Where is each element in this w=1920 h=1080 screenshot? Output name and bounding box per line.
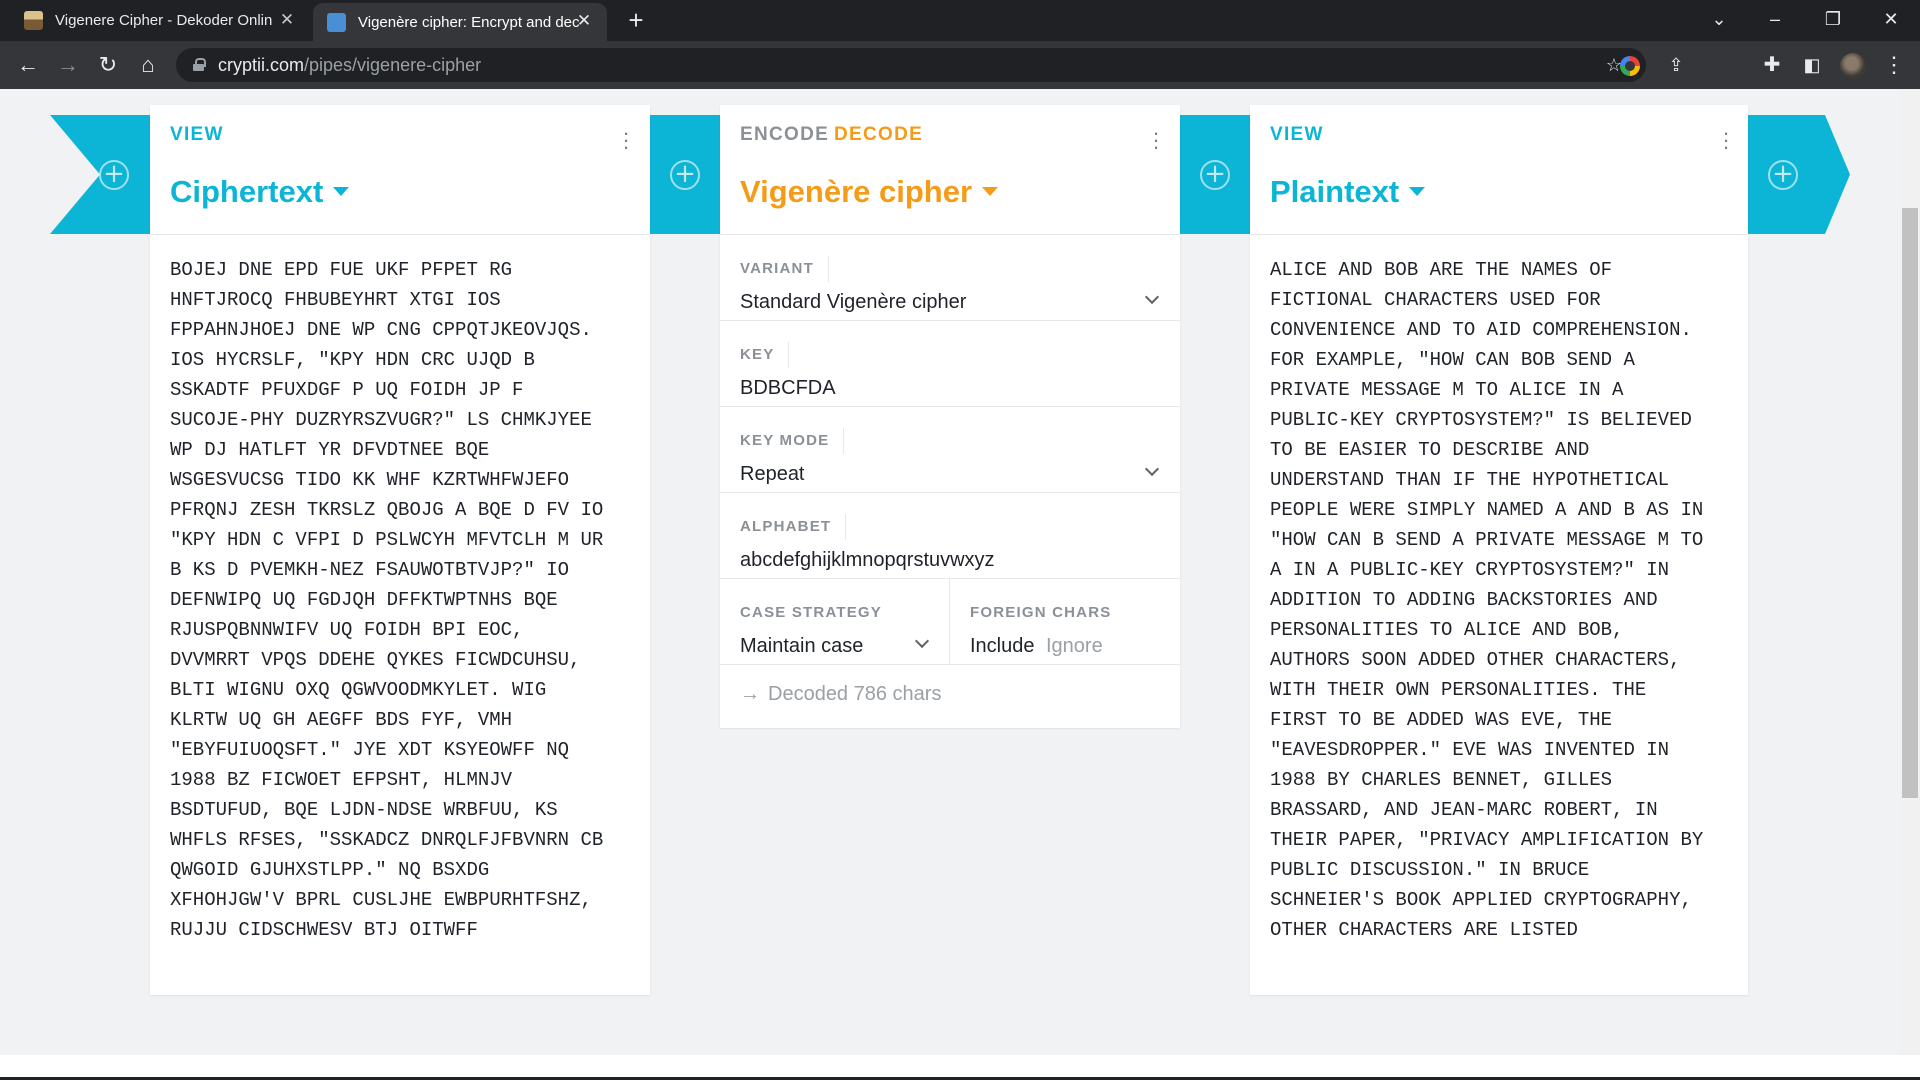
key-mode-field[interactable]: KEY MODE Repeat	[720, 407, 1180, 493]
home-icon[interactable]: ⌂	[134, 51, 162, 79]
tab-search-chevron-icon[interactable]: ⌄	[1696, 0, 1742, 41]
plaintext-textarea[interactable]: ALICE AND BOB ARE THE NAMES OF FICTIONAL…	[1270, 255, 1703, 945]
alphabet-input[interactable]: abcdefghijklmnopqrstuvwxyz	[740, 549, 995, 572]
dropdown-caret-icon	[333, 187, 350, 196]
cryptii-favicon-icon	[327, 12, 346, 32]
new-tab-icon[interactable]: +	[622, 7, 650, 35]
menu-kebab-icon[interactable]: ⋮	[1880, 51, 1908, 79]
restore-icon[interactable]: ❐	[1810, 0, 1856, 41]
plaintext-title-dropdown[interactable]: Plaintext	[1270, 174, 1426, 210]
alphabet-field[interactable]: ALPHABET abcdefghijklmnopqrstuvwxyz	[720, 493, 1180, 579]
field-label: KEY MODE	[740, 428, 845, 454]
field-label: CASE STRATEGY	[740, 604, 883, 621]
browser-tab-1[interactable]: Vigenere Cipher - Dekoder Onlin ✕	[0, 0, 310, 41]
url-text: cryptii.com/pipes/vigenere-cipher	[218, 55, 482, 75]
variant-field[interactable]: VARIANT Standard Vigenère cipher	[720, 235, 1180, 321]
key-mode-select[interactable]: Repeat	[740, 463, 805, 486]
card-menu-kebab-icon[interactable]: ...	[1716, 117, 1736, 153]
add-brick-icon[interactable]: +	[1768, 160, 1798, 190]
address-bar[interactable]: cryptii.com/pipes/vigenere-cipher ⇪ ☆	[176, 48, 1684, 82]
tab-title: Vigenère cipher: Encrypt and dec	[358, 13, 579, 31]
cipher-title-dropdown[interactable]: Vigenère cipher	[740, 174, 999, 210]
foreign-include-option[interactable]: Include	[970, 635, 1035, 658]
chevron-down-icon[interactable]	[914, 635, 930, 651]
tab-title: Vigenere Cipher - Dekoder Onlin	[55, 12, 273, 29]
foreign-ignore-option[interactable]: Ignore	[1046, 635, 1103, 658]
forward-arrow-icon[interactable]: →	[54, 51, 82, 79]
page-scrollbar-thumb[interactable]	[1902, 208, 1918, 798]
view-label[interactable]: VIEW	[170, 124, 224, 146]
chevron-down-icon[interactable]	[1144, 463, 1160, 479]
ciphertext-textarea[interactable]: BOJEJ DNE EPD FUE UKF PFPET RG HNFTJROCQ…	[170, 255, 603, 945]
field-label: FOREIGN CHARS	[970, 604, 1112, 621]
key-input[interactable]: BDBCFDA	[740, 377, 836, 400]
back-arrow-icon[interactable]: ←	[14, 51, 42, 79]
reload-icon[interactable]: ↻	[94, 51, 122, 79]
field-label: VARIANT	[740, 256, 829, 282]
view-label[interactable]: VIEW	[1270, 124, 1324, 146]
close-tab-icon[interactable]: ✕	[575, 12, 593, 30]
side-panel-icon[interactable]: ◧	[1798, 51, 1826, 79]
dropdown-caret-icon	[982, 187, 999, 196]
google-lens-icon[interactable]	[1620, 56, 1640, 76]
field-label: ALPHABET	[740, 514, 847, 540]
encode-toggle[interactable]: ENCODE	[740, 124, 829, 146]
chevron-down-icon[interactable]	[1144, 291, 1160, 307]
close-tab-icon[interactable]: ✕	[278, 11, 296, 29]
decode-status: → Decoded 786 chars	[740, 683, 942, 705]
add-brick-icon[interactable]: +	[1200, 160, 1230, 190]
browser-tab-2-active[interactable]: Vigenère cipher: Encrypt and dec ✕	[313, 3, 607, 41]
card-menu-kebab-icon[interactable]: ...	[616, 117, 636, 153]
close-window-icon[interactable]: ✕	[1868, 0, 1914, 41]
page-footer-strip	[0, 1055, 1920, 1077]
browser-toolbar: ← → ↻ ⌂ cryptii.com/pipes/vigenere-ciphe…	[0, 41, 1920, 89]
card-menu-kebab-icon[interactable]: ...	[1146, 117, 1166, 153]
field-label: KEY	[740, 342, 790, 368]
case-strategy-field[interactable]: CASE STRATEGY Maintain case	[720, 579, 950, 665]
arrow-right-icon: →	[740, 683, 760, 705]
foreign-chars-field: FOREIGN CHARS Include Ignore	[950, 579, 1180, 665]
profile-avatar[interactable]	[1840, 53, 1866, 79]
lock-icon[interactable]	[193, 58, 206, 71]
site-favicon-icon	[24, 11, 43, 30]
minimize-icon[interactable]: –	[1752, 0, 1798, 41]
plaintext-card-header	[1250, 105, 1748, 235]
extensions-puzzle-icon[interactable]: ✚	[1758, 51, 1786, 79]
tab-strip: Vigenere Cipher - Dekoder Onlin ✕ Vigenè…	[0, 0, 1920, 41]
decode-toggle[interactable]: DECODE	[834, 124, 923, 146]
case-strategy-select[interactable]: Maintain case	[740, 635, 863, 658]
ciphertext-title-dropdown[interactable]: Ciphertext	[170, 174, 350, 210]
pipe-end-arrow	[1817, 115, 1850, 234]
share-icon[interactable]: ⇪	[1664, 53, 1688, 77]
add-brick-icon[interactable]: +	[99, 160, 129, 190]
variant-select[interactable]: Standard Vigenère cipher	[740, 291, 966, 314]
dropdown-caret-icon	[1409, 187, 1426, 196]
add-brick-icon[interactable]: +	[670, 160, 700, 190]
ciphertext-card-header	[150, 105, 650, 235]
key-field[interactable]: KEY BDBCFDA	[720, 321, 1180, 407]
